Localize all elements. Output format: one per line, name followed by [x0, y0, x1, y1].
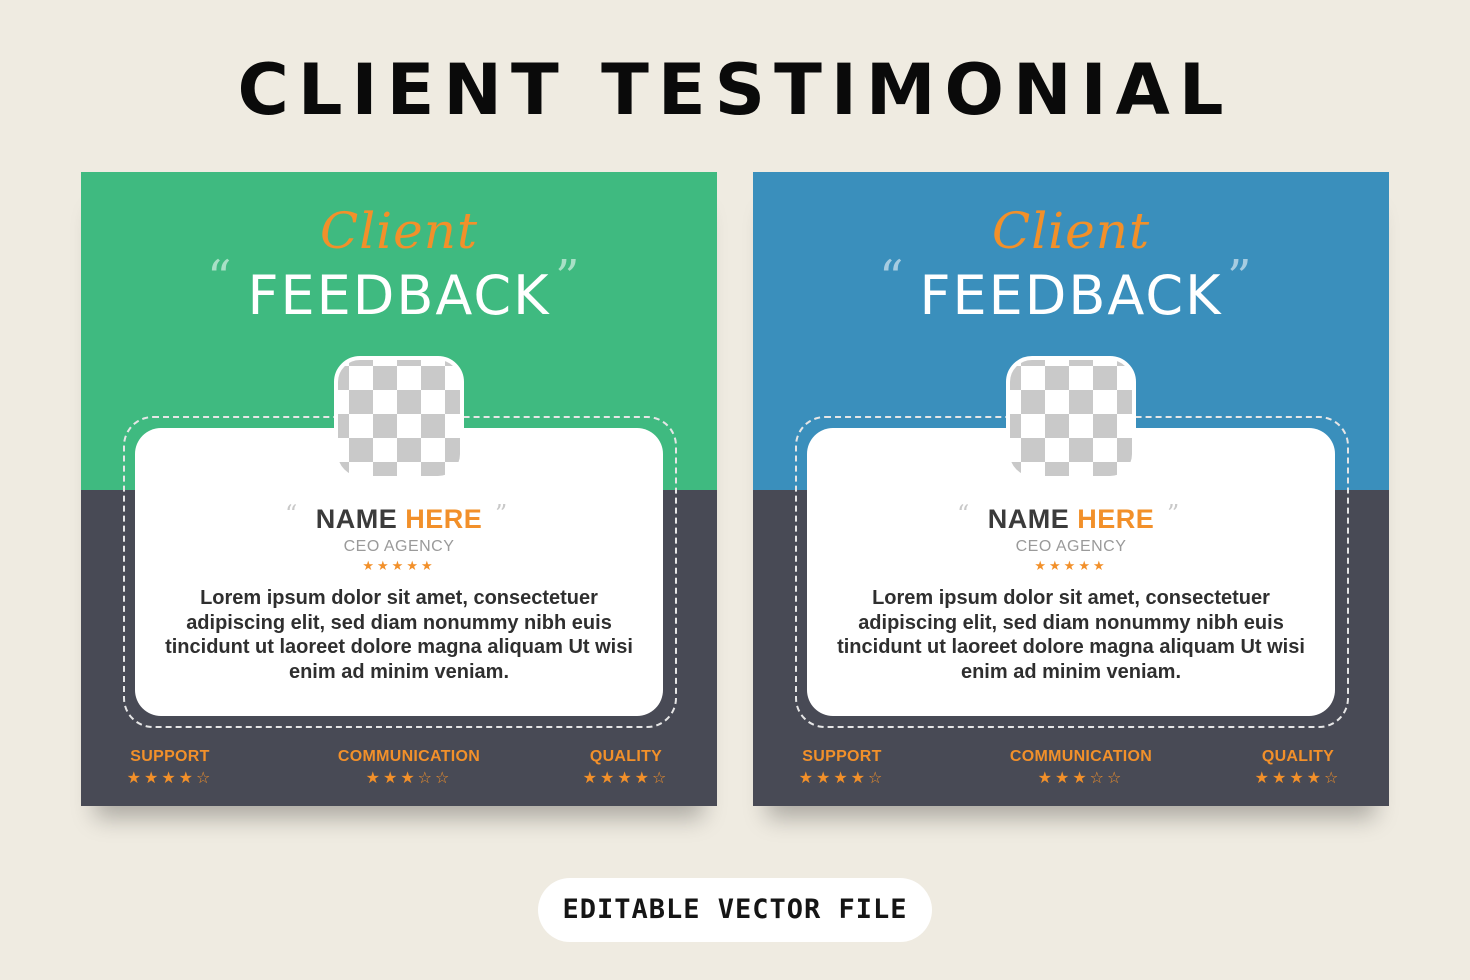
client-name: NAME HERE: [81, 504, 717, 535]
editable-vector-file-button[interactable]: EDITABLE VECTOR FILE: [538, 878, 932, 942]
close-quote-icon: ”: [555, 250, 580, 306]
metric-label: QUALITY: [1261, 748, 1335, 765]
metric-label: COMMUNICATION: [337, 748, 481, 765]
card-main-title: FEEDBACK: [247, 264, 551, 327]
metric-quality: QUALITY ★★★★☆: [569, 748, 683, 788]
metric-stars: ★★★☆☆: [1037, 770, 1125, 787]
testimonial-text: Lorem ipsum dolor sit amet, consectetuer…: [165, 587, 633, 683]
card-script-title: Client: [991, 202, 1151, 260]
page-title: CLIENT TESTIMONIAL: [237, 49, 1233, 131]
name-close-quote-icon: ”: [495, 500, 508, 528]
metric-label: SUPPORT: [802, 748, 882, 765]
client-role: CEO AGENCY: [343, 538, 455, 555]
metric-communication: COMMUNICATION ★★★☆☆: [997, 748, 1165, 788]
client-role: CEO AGENCY: [1015, 538, 1127, 555]
metric-support: SUPPORT ★★★★☆: [786, 748, 898, 788]
placeholder-photo-icon[interactable]: [334, 356, 464, 480]
client-name: NAME HERE: [753, 504, 1389, 535]
testimonial-card-blue: Client “ FEEDBACK ” “ NAME HERE ” CEO AG…: [753, 172, 1389, 806]
placeholder-photo-icon[interactable]: [1006, 356, 1136, 480]
card-main-title: FEEDBACK: [919, 264, 1223, 327]
metric-stars: ★★★★☆: [126, 770, 214, 787]
overall-rating-stars: ★★★★★: [362, 558, 436, 573]
client-name-last: HERE: [1077, 504, 1155, 534]
metric-stars: ★★★★☆: [798, 770, 886, 787]
name-close-quote-icon: ”: [1167, 500, 1180, 528]
metric-stars: ★★★★☆: [1254, 770, 1342, 787]
testimonial-text: Lorem ipsum dolor sit amet, consectetuer…: [837, 587, 1305, 683]
client-name-first: NAME: [315, 504, 406, 534]
metric-quality: QUALITY ★★★★☆: [1241, 748, 1355, 788]
metric-communication: COMMUNICATION ★★★☆☆: [325, 748, 493, 788]
client-name-first: NAME: [987, 504, 1078, 534]
metric-stars: ★★★★☆: [582, 770, 670, 787]
testimonial-card-green: Client “ FEEDBACK ” “ NAME HERE ” CEO AG…: [81, 172, 717, 806]
card-script-title: Client: [319, 202, 479, 260]
metric-label: SUPPORT: [130, 748, 210, 765]
client-name-last: HERE: [405, 504, 483, 534]
metric-label: QUALITY: [589, 748, 663, 765]
overall-rating-stars: ★★★★★: [1034, 558, 1108, 573]
metric-support: SUPPORT ★★★★☆: [114, 748, 226, 788]
metric-stars: ★★★☆☆: [365, 770, 453, 787]
close-quote-icon: ”: [1227, 250, 1252, 306]
metric-label: COMMUNICATION: [1009, 748, 1153, 765]
